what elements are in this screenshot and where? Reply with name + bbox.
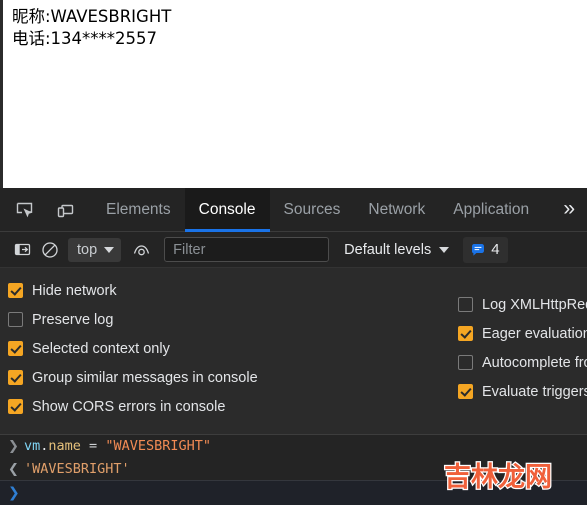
- message-bubble-icon: [472, 243, 485, 256]
- checkbox-unchecked-icon[interactable]: [458, 355, 473, 370]
- inspect-element-icon[interactable]: [7, 193, 41, 227]
- console-filter-toolbar: top Default levels 4: [0, 232, 587, 268]
- tab-network[interactable]: Network: [354, 188, 439, 232]
- checkbox-unchecked-icon[interactable]: [458, 297, 473, 312]
- setting-selected-context-only-label: Selected context only: [32, 340, 170, 357]
- clear-console-icon[interactable]: [36, 237, 64, 263]
- devtools-tabbar: Elements Console Sources Network Applica…: [0, 188, 587, 232]
- setting-evaluate-triggers-label: Evaluate triggers user activation: [482, 383, 587, 400]
- execution-context-label: top: [77, 241, 98, 258]
- checkbox-checked-icon[interactable]: [8, 370, 23, 385]
- setting-eager-evaluation-label: Eager evaluation: [482, 325, 587, 342]
- tab-sources[interactable]: Sources: [270, 188, 355, 232]
- setting-preserve-log-label: Preserve log: [32, 311, 114, 328]
- message-count-badge[interactable]: 4: [463, 236, 508, 263]
- setting-show-cors-errors-label: Show CORS errors in console: [32, 398, 226, 415]
- message-count-value: 4: [491, 241, 500, 258]
- tab-sources-label: Sources: [283, 200, 341, 218]
- checkbox-checked-icon[interactable]: [8, 341, 23, 356]
- tab-elements[interactable]: Elements: [92, 188, 185, 232]
- setting-hide-network[interactable]: Hide network: [8, 276, 258, 305]
- tab-application-label: Application: [453, 200, 530, 218]
- prompt-chevron-icon: ❯: [8, 485, 20, 501]
- setting-selected-context-only[interactable]: Selected context only: [8, 334, 258, 363]
- token-operator: =: [80, 438, 106, 454]
- chevron-down-icon: [439, 246, 450, 253]
- console-filter-input[interactable]: [164, 237, 330, 262]
- token-object: vm: [24, 438, 41, 454]
- tab-console[interactable]: Console: [184, 188, 270, 232]
- console-sidebar-toggle-icon[interactable]: [8, 237, 36, 263]
- execution-context-select[interactable]: top: [68, 237, 122, 262]
- checkbox-checked-icon[interactable]: [8, 399, 23, 414]
- console-input-expression: vm.name = "WAVESBRIGHT": [24, 435, 211, 458]
- setting-autocomplete-from-history[interactable]: Autocomplete from history: [458, 348, 587, 377]
- console-settings-pane: Hide network Preserve log Selected conte…: [0, 268, 587, 435]
- setting-autocomplete-from-history-label: Autocomplete from history: [482, 354, 587, 371]
- devtools-screenshot: 昵称:WAVESBRIGHT 电话:134****2557 Elements C…: [0, 0, 587, 505]
- setting-preserve-log[interactable]: Preserve log: [8, 305, 258, 334]
- tab-network-label: Network: [368, 200, 426, 218]
- log-levels-label: Default levels: [344, 241, 432, 258]
- setting-hide-network-label: Hide network: [32, 282, 117, 299]
- page-nickname-line: 昵称:WAVESBRIGHT: [12, 7, 172, 26]
- setting-show-cors-errors[interactable]: Show CORS errors in console: [8, 392, 258, 421]
- page-content: 昵称:WAVESBRIGHT 电话:134****2557: [3, 0, 587, 50]
- console-result-value: 'WAVESBRIGHT': [24, 461, 130, 477]
- tab-application[interactable]: Application: [439, 188, 543, 232]
- setting-group-similar-messages-label: Group similar messages in console: [32, 369, 258, 386]
- tab-elements-label: Elements: [106, 200, 171, 218]
- checkbox-checked-icon[interactable]: [8, 283, 23, 298]
- checkbox-checked-icon[interactable]: [458, 384, 473, 399]
- tab-console-label: Console: [198, 200, 256, 218]
- checkbox-unchecked-icon[interactable]: [8, 312, 23, 327]
- page-phone-line: 电话:134****2557: [12, 29, 158, 48]
- console-result-message[interactable]: ❮ 'WAVESBRIGHT': [0, 458, 587, 481]
- console-prompt-row[interactable]: ❯: [0, 480, 587, 505]
- setting-eager-evaluation[interactable]: Eager evaluation: [458, 319, 587, 348]
- prompt-caret: [24, 486, 25, 500]
- devtools-panel: Elements Console Sources Network Applica…: [0, 188, 587, 505]
- device-toolbar-icon[interactable]: [48, 193, 82, 227]
- output-chevron-icon: ❮: [8, 462, 19, 477]
- page-viewport: 昵称:WAVESBRIGHT 电话:134****2557: [0, 0, 587, 188]
- checkbox-checked-icon[interactable]: [458, 326, 473, 341]
- setting-log-xmlhttprequests[interactable]: Log XMLHttpRequests: [458, 290, 587, 319]
- token-string: "WAVESBRIGHT": [105, 438, 211, 454]
- setting-log-xmlhttprequests-label: Log XMLHttpRequests: [482, 296, 587, 313]
- log-levels-dropdown[interactable]: Default levels: [344, 241, 450, 258]
- console-settings-right-column: Log XMLHttpRequests Eager evaluation Aut…: [458, 290, 587, 406]
- more-tabs-chevron-icon[interactable]: »: [563, 198, 575, 222]
- live-expression-eye-icon[interactable]: [127, 237, 155, 263]
- console-input-message[interactable]: ❯ vm.name = "WAVESBRIGHT": [0, 435, 587, 458]
- setting-group-similar-messages[interactable]: Group similar messages in console: [8, 363, 258, 392]
- token-property: name: [48, 438, 81, 454]
- console-message-list: ❯ vm.name = "WAVESBRIGHT" ❮ 'WAVESBRIGHT…: [0, 435, 587, 505]
- setting-evaluate-triggers-user-activation[interactable]: Evaluate triggers user activation: [458, 377, 587, 406]
- console-settings-left-column: Hide network Preserve log Selected conte…: [8, 276, 258, 421]
- input-chevron-icon: ❯: [8, 439, 19, 454]
- chevron-down-icon: [104, 246, 115, 253]
